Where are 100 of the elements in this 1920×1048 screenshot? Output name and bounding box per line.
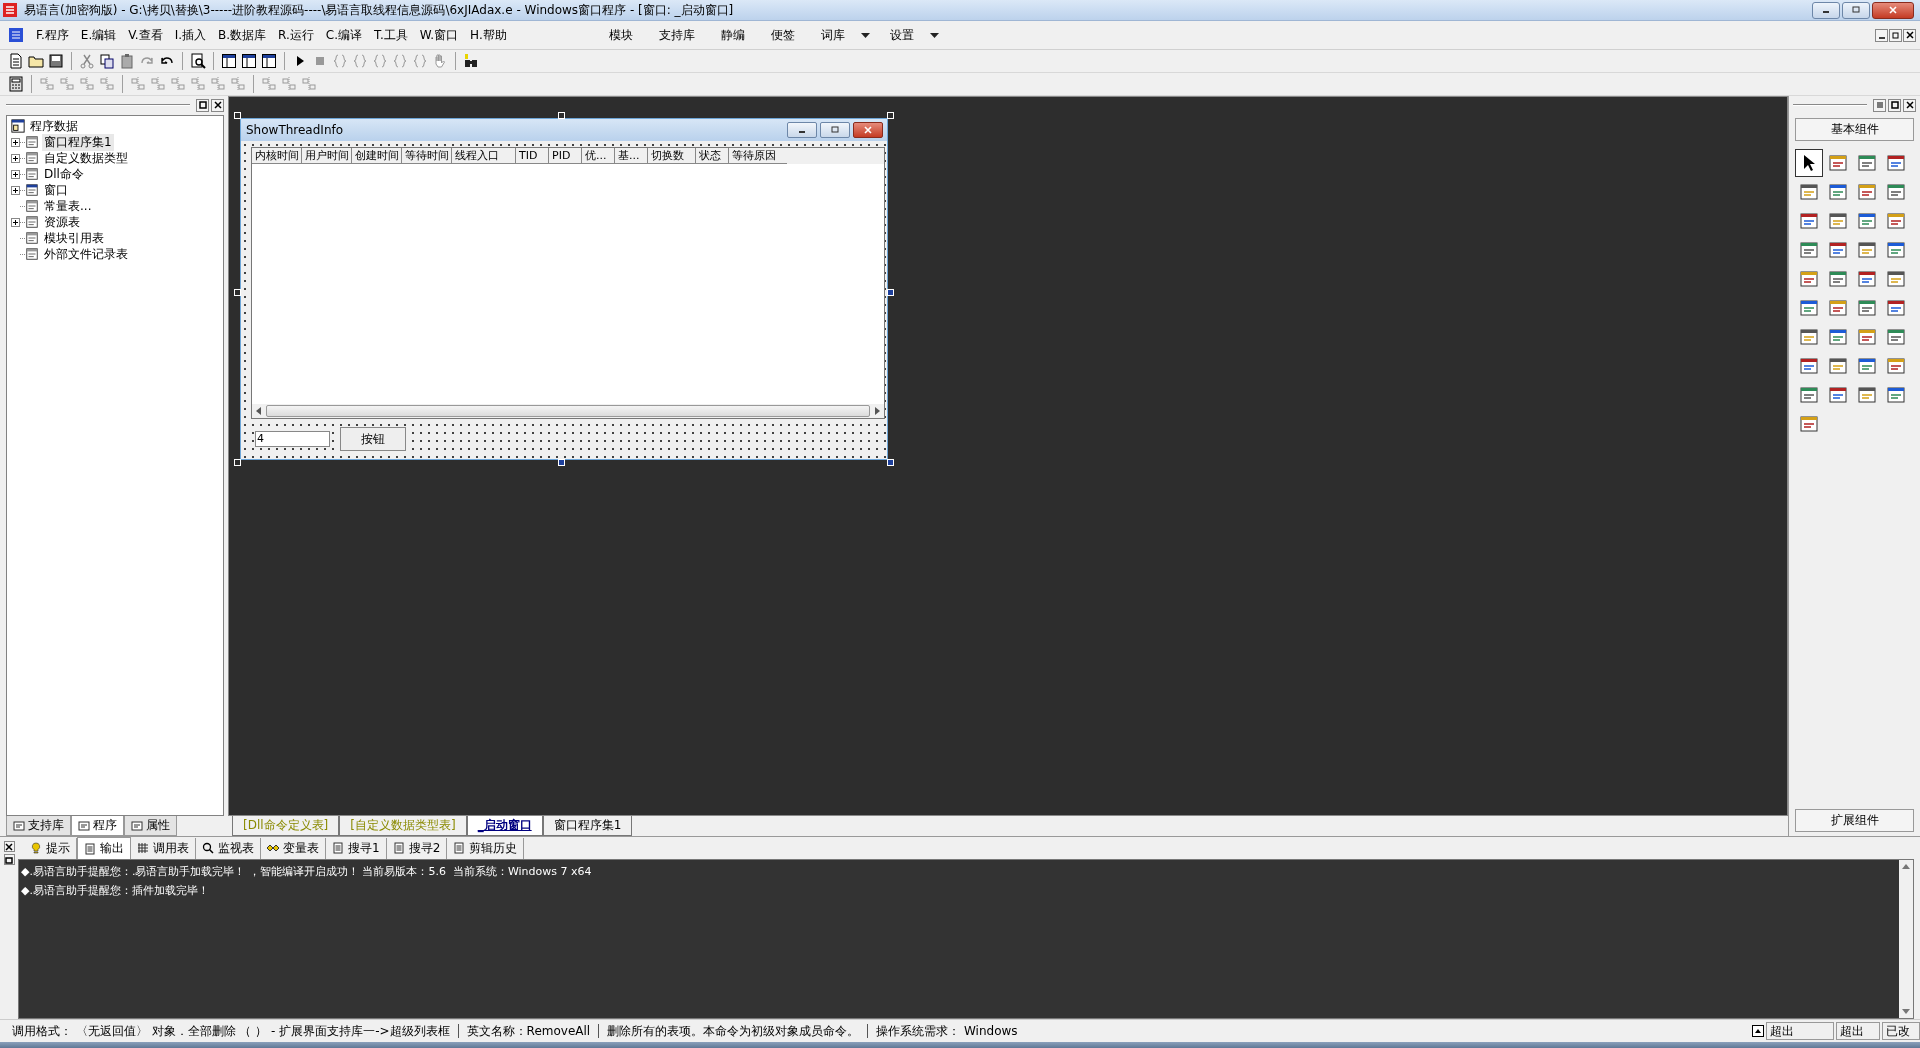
tree-item[interactable]: 资源表 bbox=[42, 213, 82, 231]
menu-item[interactable]: 模块 bbox=[602, 26, 639, 44]
paste-icon[interactable] bbox=[119, 53, 135, 69]
control-icon[interactable] bbox=[1799, 298, 1819, 318]
minimize-button[interactable] bbox=[1875, 28, 1888, 42]
form-button[interactable]: 按钮 bbox=[340, 427, 406, 451]
dropdown-arrow-icon[interactable] bbox=[929, 32, 939, 38]
layout-icon[interactable] bbox=[221, 53, 237, 69]
scroll-up-icon[interactable] bbox=[1902, 863, 1910, 869]
expand-icon[interactable] bbox=[11, 169, 20, 179]
save-icon[interactable] bbox=[48, 53, 64, 69]
resize-handle[interactable] bbox=[234, 459, 241, 466]
resize-handle[interactable] bbox=[234, 289, 241, 296]
menu-item[interactable]: R.运行 bbox=[272, 26, 320, 44]
menu-item[interactable]: I.插入 bbox=[168, 26, 213, 44]
scroll-down-icon[interactable] bbox=[1902, 1009, 1910, 1015]
resize-handle[interactable] bbox=[887, 289, 894, 296]
output-tab[interactable]: 剪辑历史 bbox=[447, 837, 525, 859]
control-icon[interactable] bbox=[1857, 327, 1877, 347]
control-icon[interactable] bbox=[1828, 182, 1848, 202]
control-icon[interactable] bbox=[1886, 356, 1906, 376]
close-button[interactable] bbox=[853, 122, 883, 138]
column-header[interactable]: PID bbox=[549, 148, 582, 164]
text-input[interactable]: 4 bbox=[255, 431, 330, 447]
menu-item[interactable]: B.数据库 bbox=[212, 26, 273, 44]
palette-header[interactable]: 基本组件 bbox=[1795, 118, 1914, 141]
menu-item[interactable]: 设置 bbox=[883, 26, 920, 44]
control-icon[interactable] bbox=[1828, 240, 1848, 260]
close-button[interactable] bbox=[3, 841, 15, 852]
new-file-icon[interactable] bbox=[8, 53, 24, 69]
control-icon[interactable] bbox=[1886, 240, 1906, 260]
menu-item[interactable]: E.编辑 bbox=[74, 26, 123, 44]
copy-icon[interactable] bbox=[99, 53, 115, 69]
resize-handle[interactable] bbox=[887, 112, 894, 119]
output-tab[interactable]: 搜寻1 bbox=[326, 837, 387, 859]
menu-button[interactable] bbox=[1873, 98, 1886, 112]
control-icon[interactable] bbox=[1828, 211, 1848, 231]
menu-item[interactable]: 便签 bbox=[764, 26, 801, 44]
layout-icon[interactable] bbox=[241, 53, 257, 69]
panel-tab[interactable]: 支持库 bbox=[6, 816, 71, 836]
control-icon[interactable] bbox=[1857, 211, 1877, 231]
vertical-scrollbar[interactable] bbox=[1899, 860, 1913, 1018]
control-icon[interactable] bbox=[1799, 240, 1819, 260]
menu-item[interactable]: 静编 bbox=[714, 26, 751, 44]
column-header[interactable]: 创建时间 bbox=[352, 148, 402, 164]
control-icon[interactable] bbox=[1886, 211, 1906, 231]
control-icon[interactable] bbox=[1857, 269, 1877, 289]
control-icon[interactable] bbox=[1828, 269, 1848, 289]
layout-icon[interactable] bbox=[261, 53, 277, 69]
output-tab[interactable]: 调用表 bbox=[131, 837, 196, 859]
tree-item[interactable]: 外部文件记录表 bbox=[42, 245, 130, 263]
control-icon[interactable] bbox=[1857, 240, 1877, 260]
control-icon[interactable] bbox=[1799, 414, 1819, 434]
control-icon[interactable] bbox=[1886, 153, 1906, 173]
resize-handle[interactable] bbox=[558, 112, 565, 119]
minimize-button[interactable] bbox=[1812, 1, 1840, 19]
control-icon[interactable] bbox=[1886, 269, 1906, 289]
tree-item[interactable]: 自定义数据类型 bbox=[42, 149, 130, 167]
column-header[interactable]: 基... bbox=[615, 148, 648, 164]
editor-tab[interactable]: _启动窗口 bbox=[466, 816, 543, 836]
tree-item[interactable]: 程序数据 bbox=[28, 117, 80, 135]
close-button[interactable] bbox=[1903, 28, 1916, 42]
control-icon[interactable] bbox=[1886, 327, 1906, 347]
tree-item[interactable]: 常量表... bbox=[42, 197, 94, 215]
tree-item[interactable]: 窗口程序集1 bbox=[42, 133, 114, 151]
expand-icon[interactable] bbox=[11, 153, 20, 163]
control-icon[interactable] bbox=[1799, 269, 1819, 289]
output-tab[interactable]: 变量表 bbox=[261, 837, 326, 859]
menu-item[interactable]: 支持库 bbox=[652, 26, 701, 44]
horizontal-scrollbar[interactable] bbox=[252, 404, 884, 418]
menu-item[interactable]: 词库 bbox=[814, 26, 851, 44]
column-header[interactable]: 线程入口 bbox=[452, 148, 516, 164]
minimize-button[interactable] bbox=[787, 122, 817, 138]
control-icon[interactable] bbox=[1886, 385, 1906, 405]
control-icon[interactable] bbox=[1857, 182, 1877, 202]
control-icon[interactable] bbox=[1857, 153, 1877, 173]
control-icon[interactable] bbox=[1857, 298, 1877, 318]
panel-tab[interactable]: 属性 bbox=[124, 816, 177, 836]
output-tab[interactable]: 监视表 bbox=[196, 837, 261, 859]
resize-handle[interactable] bbox=[887, 459, 894, 466]
close-button[interactable] bbox=[1903, 98, 1916, 112]
maximize-button[interactable] bbox=[1888, 98, 1901, 112]
tree-item[interactable]: Dll命令 bbox=[42, 165, 86, 183]
resize-handle[interactable] bbox=[234, 112, 241, 119]
scroll-left-icon[interactable] bbox=[256, 407, 262, 415]
restore-button[interactable] bbox=[3, 854, 15, 865]
menu-item[interactable]: F.程序 bbox=[30, 26, 75, 44]
control-icon[interactable] bbox=[1886, 298, 1906, 318]
expand-icon[interactable] bbox=[11, 137, 20, 147]
close-button[interactable] bbox=[1872, 1, 1914, 19]
palette-footer[interactable]: 扩展组件 bbox=[1795, 809, 1914, 832]
hand-icon[interactable] bbox=[432, 53, 448, 69]
control-icon[interactable] bbox=[1857, 356, 1877, 376]
calculator-icon[interactable] bbox=[8, 76, 24, 92]
control-icon[interactable] bbox=[1799, 385, 1819, 405]
control-icon[interactable] bbox=[1799, 211, 1819, 231]
column-header[interactable]: 切换数 bbox=[648, 148, 696, 164]
control-icon[interactable] bbox=[1857, 385, 1877, 405]
column-header[interactable]: 优... bbox=[582, 148, 615, 164]
control-icon[interactable] bbox=[1828, 153, 1848, 173]
